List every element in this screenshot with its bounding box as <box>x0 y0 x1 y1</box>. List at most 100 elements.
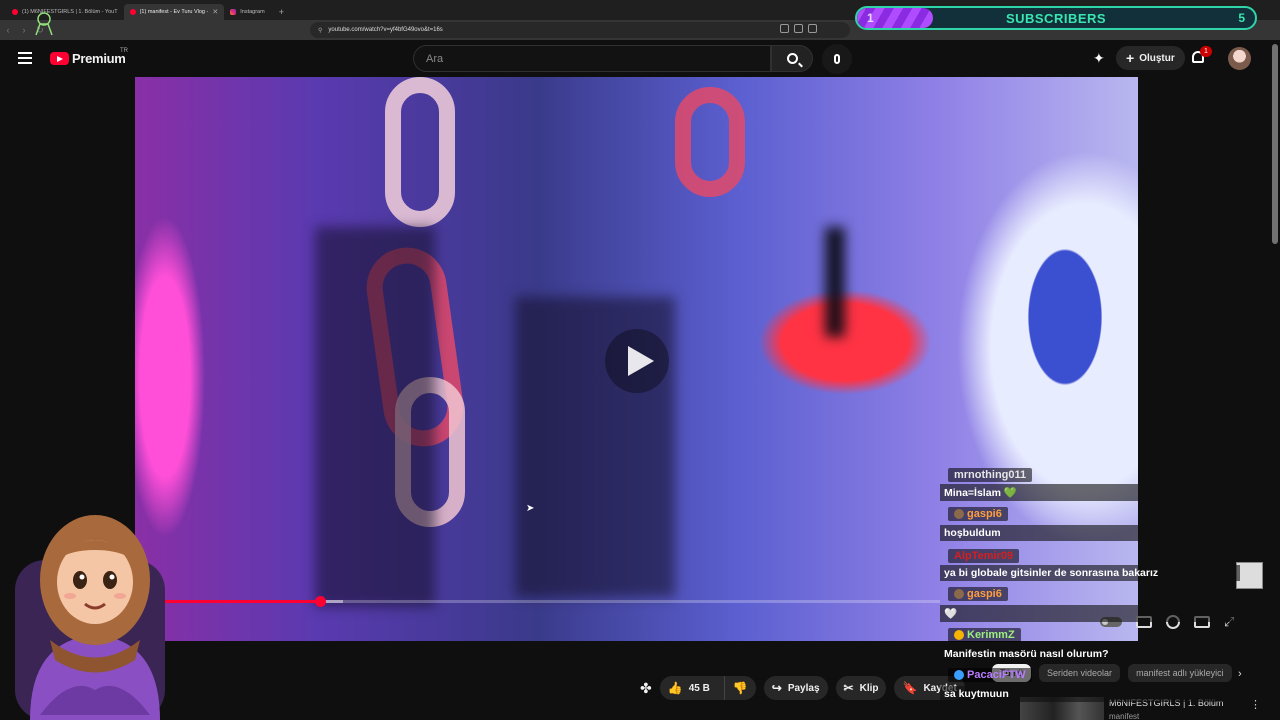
chat-username-text: PacaciFTW <box>967 669 1026 681</box>
video-actions-bar: ✤ 👍 45 B 👎 ↪ Paylaş ✂ Klip 🔖 Kaydet <box>640 676 965 700</box>
chat-message-text: ya bi globale gitsinler de sonrasına bak… <box>940 565 1240 581</box>
more-options-icon[interactable]: ⋮ <box>1250 698 1261 711</box>
browser-tab-active[interactable]: (1) manifest - Ev Turu Vlog - ✕ <box>123 4 225 20</box>
progress-scrubber[interactable] <box>314 596 326 607</box>
logo-text: Premium <box>72 51 126 66</box>
video-progress-bar[interactable] <box>160 596 940 607</box>
search-icon <box>786 53 798 64</box>
chat-message: gaspi6 🤍 <box>940 586 1240 622</box>
browser-tab[interactable]: (1) M6NIFESTGIRLS | 1. Bölüm - YouT <box>6 4 124 20</box>
chat-message-text: Manifestin masörü nasıl olurum? <box>940 646 1240 662</box>
create-label: Oluştur <box>1139 52 1175 64</box>
ai-sparkle-icon[interactable]: ✤ <box>640 680 652 697</box>
chat-username-text: mrnothing011 <box>954 469 1027 481</box>
share-label: Paylaş <box>787 682 820 694</box>
youtube-header: Premium TR Ara ✦ + Oluştur 1 <box>0 40 1280 76</box>
youtube-logo[interactable]: Premium <box>50 51 126 66</box>
chat-username: gaspi6 <box>948 587 1008 601</box>
chat-badge-icon <box>954 589 964 599</box>
streamer-cam-thumbnail <box>1236 562 1263 589</box>
tab-title: Instagram <box>240 9 265 15</box>
create-button[interactable]: + Oluştur <box>1116 46 1185 70</box>
bookmark-icon: 🔖 <box>902 681 918 695</box>
browser-tab[interactable]: Instagram <box>224 4 270 20</box>
scissors-icon: ✂ <box>843 681 854 695</box>
search-button[interactable] <box>771 45 813 72</box>
chat-badge-icon <box>954 670 964 680</box>
chat-username: PacaciFTW <box>948 668 1032 682</box>
related-video-channel[interactable]: manifest <box>1109 712 1139 720</box>
share-button[interactable]: ↪ Paylaş <box>763 676 828 700</box>
clip-button[interactable]: ✂ Klip <box>835 676 887 700</box>
chat-message-text: sa kuytmuun <box>940 686 1240 702</box>
subscriber-goal-overlay: 1 SUBSCRIBERS 5 <box>855 6 1257 30</box>
scrollbar-thumb[interactable] <box>1272 44 1278 244</box>
extensions-toolbar <box>780 24 817 33</box>
clip-label: Klip <box>859 682 879 694</box>
chat-username: mrnothing011 <box>948 468 1033 482</box>
chat-message: AlpTemir09 ya bi globale gitsinler de son… <box>940 546 1240 581</box>
extension-icon[interactable] <box>794 24 803 33</box>
extension-icon[interactable] <box>808 24 817 33</box>
url-field[interactable]: ⚲ youtube.com/watch?v=yf4bfG49ovo&t=16s <box>310 22 850 38</box>
chat-message: gaspi6 hoşbuldum <box>940 506 1240 541</box>
cast-icon[interactable]: ✦ <box>1093 50 1105 67</box>
chat-username-text: gaspi6 <box>967 588 1002 600</box>
like-button[interactable]: 👍 45 B <box>660 676 718 700</box>
chat-badge-icon <box>954 509 964 519</box>
chat-username: KerimmZ <box>948 628 1021 642</box>
video-frame-detail <box>315 227 435 607</box>
stream-chat-overlay: mrnothing011 Mina=İslam 💚 gaspi6 hoşbuldum A… <box>940 465 1240 707</box>
chat-username: AlpTemir09 <box>948 549 1020 563</box>
tab-title: (1) manifest - Ev Turu Vlog - <box>139 9 209 15</box>
back-icon[interactable]: ‹ <box>0 25 16 35</box>
chat-message: mrnothing011 Mina=İslam 💚 <box>940 465 1240 501</box>
region-code: TR <box>120 48 128 54</box>
chat-username-text: gaspi6 <box>967 508 1002 520</box>
chat-message-text: Mina=İslam 💚 <box>940 484 1240 501</box>
share-icon: ↪ <box>771 681 782 695</box>
search-input[interactable]: Ara <box>413 45 771 72</box>
extension-icon[interactable] <box>780 24 789 33</box>
chat-username-text: KerimmZ <box>967 629 1015 641</box>
like-dislike-group: 👍 45 B 👎 <box>659 676 756 700</box>
instagram-icon <box>230 9 237 15</box>
thumbs-up-icon: 👍 <box>667 681 683 695</box>
chat-username: gaspi6 <box>948 507 1008 521</box>
menu-icon[interactable] <box>18 52 32 64</box>
chat-message-text: hoşbuldum <box>940 525 1240 541</box>
chat-message: KerimmZ Manifestin masörü nasıl olurum? <box>940 627 1240 662</box>
chat-message: PacaciFTW sa kuytmuun <box>940 667 1240 702</box>
notifications-button[interactable]: 1 <box>1192 46 1212 65</box>
robot-logo-icon <box>35 12 53 36</box>
new-tab-icon[interactable]: + <box>279 7 284 17</box>
video-frame-detail <box>385 77 455 227</box>
search-placeholder: Ara <box>426 52 444 65</box>
subscriber-goal-target: 5 <box>1238 11 1245 25</box>
chat-message-text: 🤍 <box>940 605 1240 622</box>
chat-badge-icon <box>954 630 964 640</box>
plus-icon: + <box>1126 50 1135 66</box>
subscriber-goal-label: SUBSCRIBERS <box>1005 11 1107 26</box>
youtube-play-logo-icon <box>50 52 69 65</box>
mouse-cursor-icon: ➤ <box>526 503 535 514</box>
video-frame-detail <box>675 87 745 197</box>
site-info-icon[interactable]: ⚲ <box>318 27 322 34</box>
youtube-icon <box>129 9 136 15</box>
video-frame-detail <box>825 227 845 337</box>
forward-icon[interactable]: › <box>16 25 32 35</box>
microphone-icon <box>834 54 840 64</box>
chat-username-text: AlpTemir09 <box>954 550 1014 562</box>
page-scrollbar[interactable] <box>1272 40 1278 720</box>
streamer-avatar-illustration <box>15 515 165 720</box>
voice-search-button[interactable] <box>822 44 852 74</box>
youtube-icon <box>12 9 18 15</box>
dislike-button[interactable]: 👎 <box>723 676 756 700</box>
like-count: 45 B <box>688 682 710 694</box>
progress-played <box>160 600 320 603</box>
account-avatar[interactable] <box>1228 47 1251 70</box>
play-button[interactable] <box>605 329 669 393</box>
notification-count: 1 <box>1200 46 1212 57</box>
thumbs-down-icon: 👎 <box>732 681 748 695</box>
close-icon[interactable]: ✕ <box>212 8 218 16</box>
